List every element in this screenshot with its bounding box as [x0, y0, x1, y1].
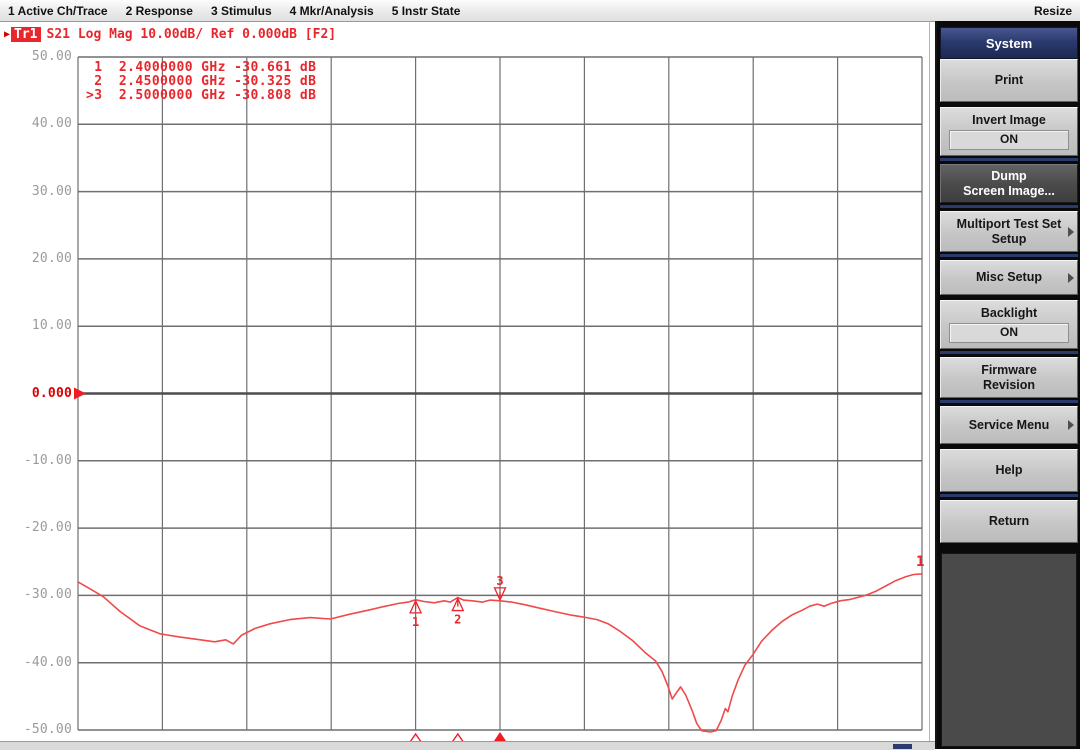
marker-readout: 1 2.4000000 GHz -30.661 dB 2 2.4500000 G… [86, 61, 316, 103]
sidebar-button-label: Misc Setup [976, 270, 1042, 285]
sidebar-button-label: Firmware [981, 363, 1037, 378]
sidebar-button-service-menu[interactable]: Service Menu [940, 406, 1078, 444]
sidebar-button-dump-screen-image[interactable]: DumpScreen Image... [940, 164, 1078, 203]
y-tick-label-50-00: 50.00 [0, 49, 72, 64]
sidebar-button-return[interactable]: Return [940, 500, 1078, 543]
sidebar-button-label: Help [995, 463, 1022, 478]
sidebar-button-label: Screen Image... [963, 184, 1055, 199]
marker-3-label: 3 [496, 574, 503, 588]
sidebar-group-separator [940, 252, 1078, 260]
submenu-arrow-icon [1068, 227, 1074, 237]
sidebar-group-separator [940, 398, 1078, 406]
sidebar-button-label: Revision [983, 378, 1035, 393]
marker-readout-row-2: 2 2.4500000 GHz -30.325 dB [86, 75, 316, 89]
toggle-state-backlight: ON [949, 323, 1069, 343]
menu-item-3-stimulus[interactable]: 3 Stimulus [211, 4, 272, 18]
trace-number-label: 1 [916, 554, 924, 570]
sidebar-gap [940, 543, 1078, 548]
plot-area: 1 1 2 3 [66, 50, 942, 749]
marker-readout-row-1: 1 2.4000000 GHz -30.661 dB [86, 61, 316, 75]
menu-item-1-active-ch-trace[interactable]: 1 Active Ch/Trace [8, 4, 108, 18]
menu-item-4-mkr-analysis[interactable]: 4 Mkr/Analysis [290, 4, 374, 18]
menu-item-resize[interactable]: Resize [1034, 4, 1072, 18]
submenu-arrow-icon [1068, 273, 1074, 283]
sidebar-group-separator [940, 203, 1078, 211]
bottom-grip [893, 744, 912, 749]
marker-2-label: 2 [454, 613, 461, 627]
sidebar-button-print[interactable]: Print [940, 59, 1078, 102]
sidebar-button-label: Multiport Test Set [957, 217, 1062, 232]
sidebar-button-label: Service Menu [969, 418, 1050, 433]
trace-badge[interactable]: Tr1 [11, 27, 40, 42]
plot-sidebar-divider [929, 21, 930, 741]
y-tick-label-30-00: -30.00 [0, 587, 72, 602]
y-tick-label-0-000: 0.000 [0, 386, 72, 401]
menu-item-2-response[interactable]: 2 Response [126, 4, 193, 18]
sidebar-button-misc-setup[interactable]: Misc Setup [940, 260, 1078, 295]
y-tick-label-10-00: -10.00 [0, 453, 72, 468]
sidebar-group-separator [940, 349, 1078, 357]
y-tick-label-20-00: 20.00 [0, 251, 72, 266]
submenu-arrow-icon [1068, 420, 1074, 430]
y-tick-label-50-00: -50.00 [0, 722, 72, 737]
sidebar-button-label: Return [989, 514, 1029, 529]
sidebar-button-label: Setup [992, 232, 1027, 247]
y-tick-label-10-00: 10.00 [0, 318, 72, 333]
sidebar-button-label: Dump [991, 169, 1026, 184]
y-tick-label-20-00: -20.00 [0, 520, 72, 535]
sidebar-group-separator [940, 492, 1078, 500]
sidebar-button-label: Print [995, 73, 1023, 88]
menu-bar-items: 1 Active Ch/Trace 2 Response 3 Stimulus 4 M… [0, 4, 470, 18]
sidebar-empty-area [941, 553, 1077, 747]
marker-readout-row-3: >3 2.5000000 GHz -30.808 dB [86, 89, 316, 103]
y-tick-label-40-00: 40.00 [0, 116, 72, 131]
y-tick-label-40-00: -40.00 [0, 655, 72, 670]
active-trace-arrow-icon: ▶ [4, 29, 10, 40]
sidebar-button-firmware-revision[interactable]: FirmwareRevision [940, 357, 1078, 398]
ref-level-left-triangle-icon[interactable] [74, 388, 86, 400]
sidebar-button-multiport-test-set-setup[interactable]: Multiport Test SetSetup [940, 211, 1078, 252]
sidebar-menu-title: System [940, 27, 1078, 59]
y-tick-label-30-00: 30.00 [0, 184, 72, 199]
sidebar-group-separator [940, 156, 1078, 164]
sidebar-button-backlight[interactable]: Backlight ON [940, 300, 1078, 349]
trace-header: ▶ Tr1 S21 Log Mag 10.00dB/ Ref 0.000dB [… [4, 26, 336, 42]
softkey-sidebar: System Print Invert Image ON DumpScreen Ima… [935, 21, 1080, 749]
sidebar-button-invert-image[interactable]: Invert Image ON [940, 107, 1078, 156]
trace-format-text: S21 Log Mag 10.00dB/ Ref 0.000dB [F2] [47, 27, 337, 42]
menu-item-5-instr-state[interactable]: 5 Instr State [392, 4, 461, 18]
toggle-state-invert-image: ON [949, 130, 1069, 150]
sidebar-button-help[interactable]: Help [940, 449, 1078, 492]
marker-1-label: 1 [412, 615, 419, 629]
menu-bar: 1 Active Ch/Trace 2 Response 3 Stimulus 4 M… [0, 0, 1080, 22]
sidebar-button-label: Invert Image [972, 113, 1046, 128]
sidebar-button-label: Backlight [981, 306, 1037, 321]
